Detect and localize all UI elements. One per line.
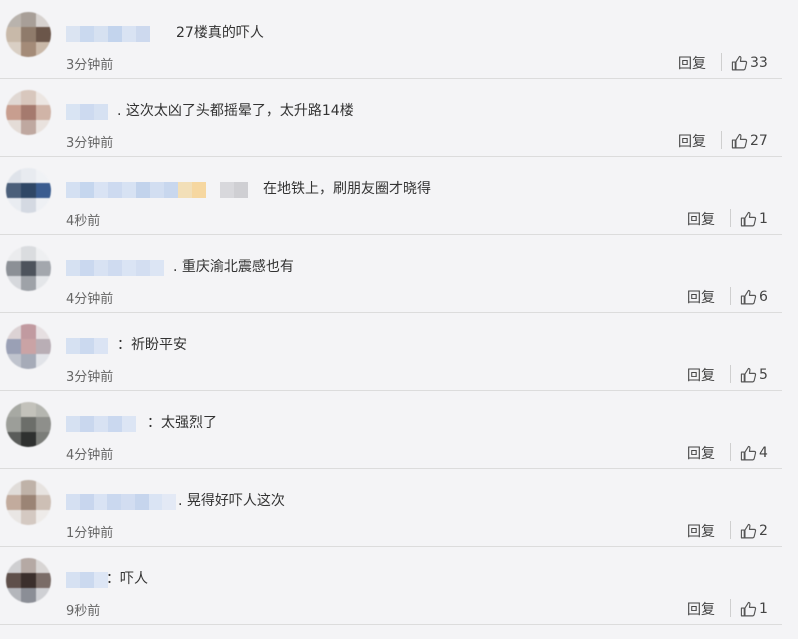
comment-time: 4秒前	[66, 214, 101, 229]
divider	[721, 131, 722, 149]
comment-item: . 晃得好吓人这次 1分钟前 回复 2	[0, 468, 782, 547]
avatar[interactable]	[6, 480, 51, 525]
divider	[730, 599, 731, 617]
reply-button[interactable]: 回复	[678, 131, 706, 151]
reply-button[interactable]: 回复	[687, 365, 715, 385]
comment-time: 3分钟前	[66, 136, 114, 151]
thumbs-up-icon	[731, 55, 748, 70]
comment-item: . 这次太凶了头都摇晕了，太升路14楼 3分钟前 回复 27	[0, 78, 782, 157]
like-button[interactable]: 4	[740, 443, 768, 463]
comment-text: ：吓人	[106, 571, 148, 587]
avatar[interactable]	[6, 402, 51, 447]
like-button[interactable]: 5	[740, 365, 768, 385]
comment-item: ：祈盼平安 3分钟前 回复 5	[0, 312, 782, 391]
comment-time: 4分钟前	[66, 292, 114, 307]
comment-time: 9秒前	[66, 604, 101, 619]
username[interactable]	[66, 182, 250, 198]
thumbs-up-icon	[731, 133, 748, 148]
username[interactable]	[66, 494, 176, 510]
username[interactable]	[66, 338, 110, 354]
divider	[730, 365, 731, 383]
comment-text: ：太强烈了	[147, 415, 217, 431]
like-button[interactable]: 33	[731, 53, 768, 73]
like-count: 1	[759, 211, 768, 227]
like-count: 1	[759, 601, 768, 617]
avatar[interactable]	[6, 90, 51, 135]
like-button[interactable]: 1	[740, 209, 768, 229]
comment-item: ：太强烈了 4分钟前 回复 4	[0, 390, 782, 469]
like-count: 27	[750, 133, 768, 149]
avatar[interactable]	[6, 324, 51, 369]
comment-list: 27楼真的吓人 3分钟前 回复 33 . 这次太凶了头都摇晕了，太升路14楼 3…	[0, 0, 798, 639]
comment-time: 3分钟前	[66, 58, 114, 73]
like-count: 5	[759, 367, 768, 383]
comment-text: ：祈盼平安	[117, 337, 187, 353]
thumbs-up-icon	[740, 289, 757, 304]
username[interactable]	[66, 416, 141, 432]
avatar[interactable]	[6, 12, 51, 57]
comment-time: 1分钟前	[66, 526, 114, 541]
thumbs-up-icon	[740, 211, 757, 226]
comment-text: . 晃得好吓人这次	[178, 493, 285, 509]
comment-item: 27楼真的吓人 3分钟前 回复 33	[0, 0, 782, 79]
divider	[721, 53, 722, 71]
reply-button[interactable]: 回复	[687, 287, 715, 307]
username[interactable]	[66, 26, 158, 42]
divider	[730, 443, 731, 461]
comment-text: 在地铁上，刷朋友圈才晓得	[263, 181, 431, 197]
comment-text: . 这次太凶了头都摇晕了，太升路14楼	[117, 103, 354, 119]
comment-text: 27楼真的吓人	[176, 25, 264, 41]
thumbs-up-icon	[740, 367, 757, 382]
comment-time: 4分钟前	[66, 448, 114, 463]
thumbs-up-icon	[740, 523, 757, 538]
comment-item: 在地铁上，刷朋友圈才晓得 4秒前 回复 1	[0, 156, 782, 235]
thumbs-up-icon	[740, 445, 757, 460]
like-count: 33	[750, 55, 768, 71]
reply-button[interactable]: 回复	[687, 599, 715, 619]
like-button[interactable]: 1	[740, 599, 768, 619]
reply-button[interactable]: 回复	[678, 53, 706, 73]
comment-text: . 重庆渝北震感也有	[173, 259, 294, 275]
like-count: 2	[759, 523, 768, 539]
like-button[interactable]: 27	[731, 131, 768, 151]
divider	[730, 521, 731, 539]
avatar[interactable]	[6, 246, 51, 291]
like-count: 6	[759, 289, 768, 305]
like-button[interactable]: 2	[740, 521, 768, 541]
username[interactable]	[66, 104, 110, 120]
comment-item: ：吓人 9秒前 回复 1	[0, 546, 782, 625]
reply-button[interactable]: 回复	[687, 521, 715, 541]
comment-time: 3分钟前	[66, 370, 114, 385]
reply-button[interactable]: 回复	[687, 209, 715, 229]
username[interactable]	[66, 260, 172, 276]
reply-button[interactable]: 回复	[687, 443, 715, 463]
divider	[730, 209, 731, 227]
comment-item: . 重庆渝北震感也有 4分钟前 回复 6	[0, 234, 782, 313]
like-button[interactable]: 6	[740, 287, 768, 307]
thumbs-up-icon	[740, 601, 757, 616]
avatar[interactable]	[6, 168, 51, 213]
like-count: 4	[759, 445, 768, 461]
divider	[730, 287, 731, 305]
username[interactable]	[66, 572, 110, 588]
avatar[interactable]	[6, 558, 51, 603]
